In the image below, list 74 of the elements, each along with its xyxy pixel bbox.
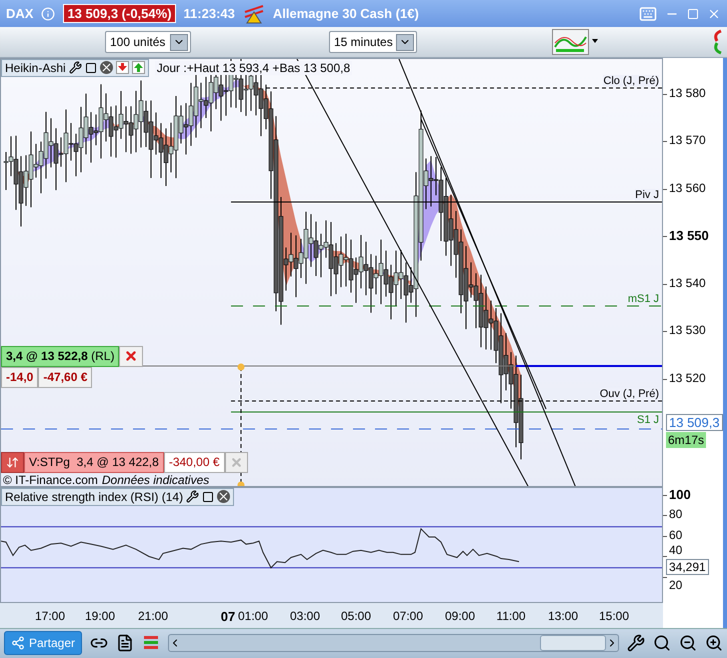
price-tick: 13 550 <box>669 228 709 244</box>
order-profit-loss: -47,60 € <box>38 366 92 388</box>
rsi-tick: 40 <box>669 542 682 557</box>
maximize-icon[interactable] <box>687 8 699 20</box>
wrench-icon[interactable] <box>68 61 82 74</box>
time-tick: 07:00 <box>392 608 424 623</box>
last-price-label: 13 509,3 <box>666 414 723 431</box>
scrollbar-thumb[interactable] <box>540 635 606 652</box>
info-icon[interactable] <box>41 6 56 21</box>
stop-order-label[interactable]: V:STPg 3,4 @ 13 422,8 <box>24 452 164 473</box>
market-name: Allemagne 30 Cash (1€) <box>272 6 419 22</box>
indicator-name: Heikin-Ashi <box>5 60 66 75</box>
interval-dropdown[interactable]: 15 minutes <box>329 31 417 54</box>
price-tick: 13 530 <box>669 323 706 338</box>
clock-time: 11:23:43 <box>184 6 235 22</box>
time-tick: 15:00 <box>598 608 630 623</box>
level-label: S1 J <box>636 414 659 426</box>
day-high-low-text: Jour :+Haut 13 593,4 +Bas 13 500,8 <box>154 60 352 75</box>
up-arrow-icon[interactable] <box>132 61 145 74</box>
search-icon[interactable] <box>653 634 671 652</box>
time-tick: 19:00 <box>84 608 116 623</box>
time-tick: 09:00 <box>444 608 476 623</box>
up-down-arrow-icon[interactable] <box>6 456 19 469</box>
horizontal-scrollbar[interactable] <box>168 634 619 652</box>
close-order-button[interactable] <box>119 346 144 367</box>
stop-profit-loss: -340,00 € <box>164 452 225 473</box>
window-icon[interactable] <box>84 62 97 74</box>
window-icon[interactable] <box>202 490 214 503</box>
time-tick: 03:00 <box>290 608 320 623</box>
time-tick: 21:00 <box>138 608 168 623</box>
level-label: Piv J <box>635 188 659 201</box>
wrench-icon[interactable] <box>627 634 645 652</box>
quantity-dropdown[interactable]: 100 unités <box>105 31 191 54</box>
order-type-tag: (RL) <box>91 349 114 364</box>
price-change: 13 509,3 (-0,54%) <box>63 4 176 24</box>
rsi-value-label: 34,291 <box>666 558 709 575</box>
move-order-button[interactable] <box>1 452 24 473</box>
time-tick: 11:00 <box>496 608 526 623</box>
keyboard-icon[interactable] <box>639 4 657 23</box>
rsi-tick: 20 <box>669 578 682 592</box>
price-tick: 13 580 <box>669 86 706 100</box>
order-points: -14,0 <box>1 366 38 388</box>
close-icon[interactable] <box>124 349 138 364</box>
time-tick: 13:00 <box>548 608 578 623</box>
order-label[interactable]: 3,4 @ 13 522,8 (RL) <box>1 346 120 367</box>
rsi-tick: 60 <box>669 528 682 542</box>
price-tick: 13 540 <box>669 276 706 290</box>
handle-dot[interactable] <box>238 363 244 370</box>
wrench-icon[interactable] <box>186 490 200 504</box>
time-tick: 01:00 <box>238 608 268 623</box>
time-tick: 07 <box>220 608 236 624</box>
indicator-name: Relative strength index (RSI) (14) <box>5 490 184 504</box>
indicators-icon[interactable] <box>552 29 600 56</box>
rsi-tick: 80 <box>669 507 682 522</box>
time-tick: 17:00 <box>34 608 66 623</box>
level-label: Ouv (J, Pré) <box>600 388 659 400</box>
level-label: Clo (J, Pré) <box>603 74 659 87</box>
zoom-in-icon[interactable] <box>705 634 723 652</box>
share-icon <box>11 636 25 650</box>
down-arrow-icon[interactable] <box>116 61 129 74</box>
document-icon[interactable] <box>116 634 134 652</box>
warning-icon <box>242 4 265 24</box>
price-tick: 13 560 <box>669 180 706 195</box>
candle-countdown: 6m17s <box>666 432 706 448</box>
close-icon[interactable] <box>100 61 113 74</box>
price-tick: 13 520 <box>669 370 706 385</box>
close-icon[interactable] <box>217 490 230 504</box>
price-tick: 13 570 <box>669 133 706 148</box>
disclaimer-text: Données indicatives <box>102 472 210 486</box>
zoom-out-icon[interactable] <box>679 634 697 652</box>
copyright-text: © IT-Finance.com <box>3 472 98 486</box>
level-label: mS1 J <box>628 292 659 305</box>
rsi-tick: 100 <box>669 486 691 502</box>
time-tick: 05:00 <box>340 608 372 623</box>
